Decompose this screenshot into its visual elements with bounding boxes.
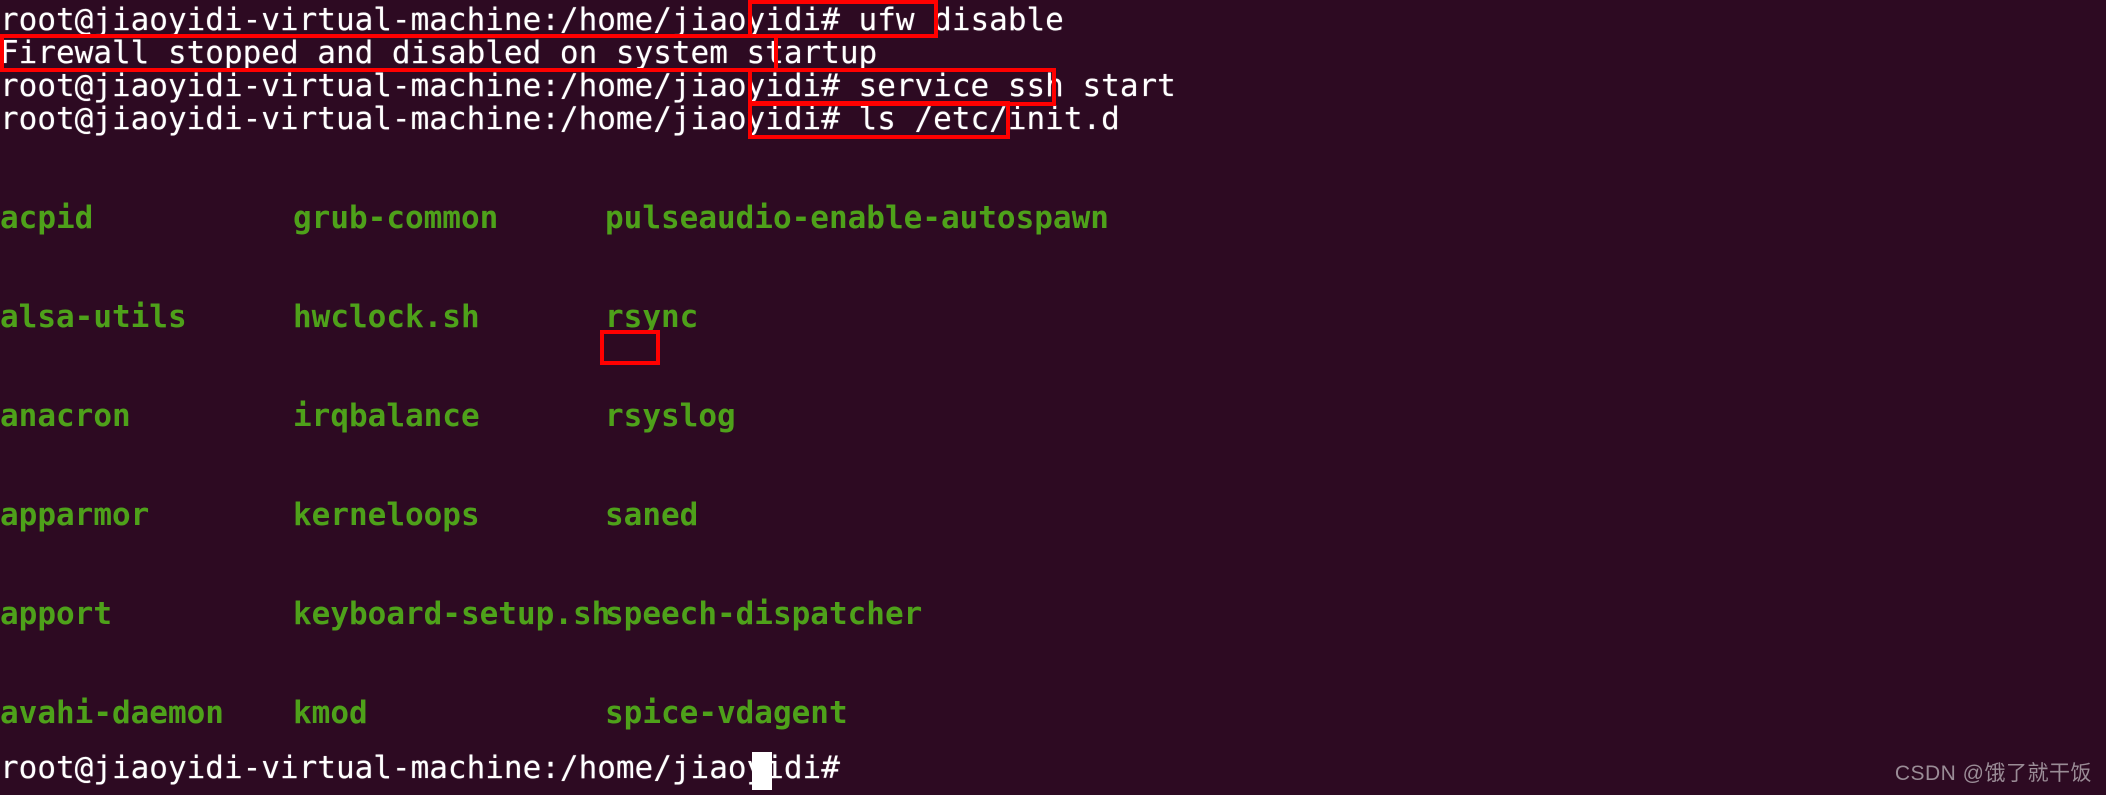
- list-item: acpid: [0, 200, 94, 236]
- shell-prompt-1: root@jiaoyidi-virtual-machine:/home/jiao…: [0, 2, 859, 38]
- list-item: irqbalance: [293, 398, 480, 434]
- shell-prompt-final: root@jiaoyidi-virtual-machine:/home/jiao…: [0, 750, 859, 786]
- command-ufw-disable: ufw disable: [858, 2, 1064, 38]
- csdn-watermark: CSDN @饿了就干饭: [1894, 762, 2092, 785]
- terminal-output-area[interactable]: root@jiaoyidi-virtual-machine:/home/jiao…: [0, 0, 2106, 795]
- list-item: speech-dispatcher: [605, 596, 923, 632]
- listing-column-1: acpid alsa-utils anacron apparmor apport…: [0, 136, 299, 795]
- list-item: pulseaudio-enable-autospawn: [605, 200, 1109, 236]
- command-service-ssh-start: service ssh start: [858, 68, 1176, 104]
- list-item: rsyslog: [605, 398, 736, 434]
- list-item: keyboard-setup.sh: [293, 596, 611, 632]
- list-item: grub-common: [293, 200, 499, 236]
- terminal-cursor: [752, 752, 772, 790]
- list-item: rsync: [605, 299, 699, 335]
- list-item: apport: [0, 596, 112, 632]
- terminal-line-2: Firewall stopped and disabled on system …: [0, 37, 877, 70]
- listing-column-2: grub-common hwclock.sh irqbalance kernel…: [293, 136, 610, 795]
- list-item: apparmor: [0, 497, 150, 533]
- shell-prompt-3: root@jiaoyidi-virtual-machine:/home/jiao…: [0, 101, 859, 137]
- shell-prompt-2: root@jiaoyidi-virtual-machine:/home/jiao…: [0, 68, 859, 104]
- output-firewall-status: Firewall stopped and disabled on system …: [0, 35, 878, 71]
- terminal-line-3: root@jiaoyidi-virtual-machine:/home/jiao…: [0, 70, 1176, 103]
- terminal-final-prompt-line: root@jiaoyidi-virtual-machine:/home/jiao…: [0, 752, 859, 785]
- terminal-line-4: root@jiaoyidi-virtual-machine:/home/jiao…: [0, 103, 1120, 136]
- listing-column-3: pulseaudio-enable-autospawn rsync rsyslo…: [605, 136, 1109, 795]
- terminal-line-1: root@jiaoyidi-virtual-machine:/home/jiao…: [0, 4, 1064, 37]
- list-item: alsa-utils: [0, 299, 187, 335]
- list-item: kerneloops: [293, 497, 480, 533]
- list-item: kmod: [293, 695, 368, 731]
- list-item: saned: [605, 497, 699, 533]
- command-ls-etc-initd: ls /etc/init.d: [858, 101, 1120, 137]
- list-item: hwclock.sh: [293, 299, 480, 335]
- list-item: avahi-daemon: [0, 695, 224, 731]
- list-item: anacron: [0, 398, 131, 434]
- terminal-window[interactable]: root@jiaoyidi-virtual-machine:/home/jiao…: [0, 0, 2106, 795]
- list-item: spice-vdagent: [605, 695, 848, 731]
